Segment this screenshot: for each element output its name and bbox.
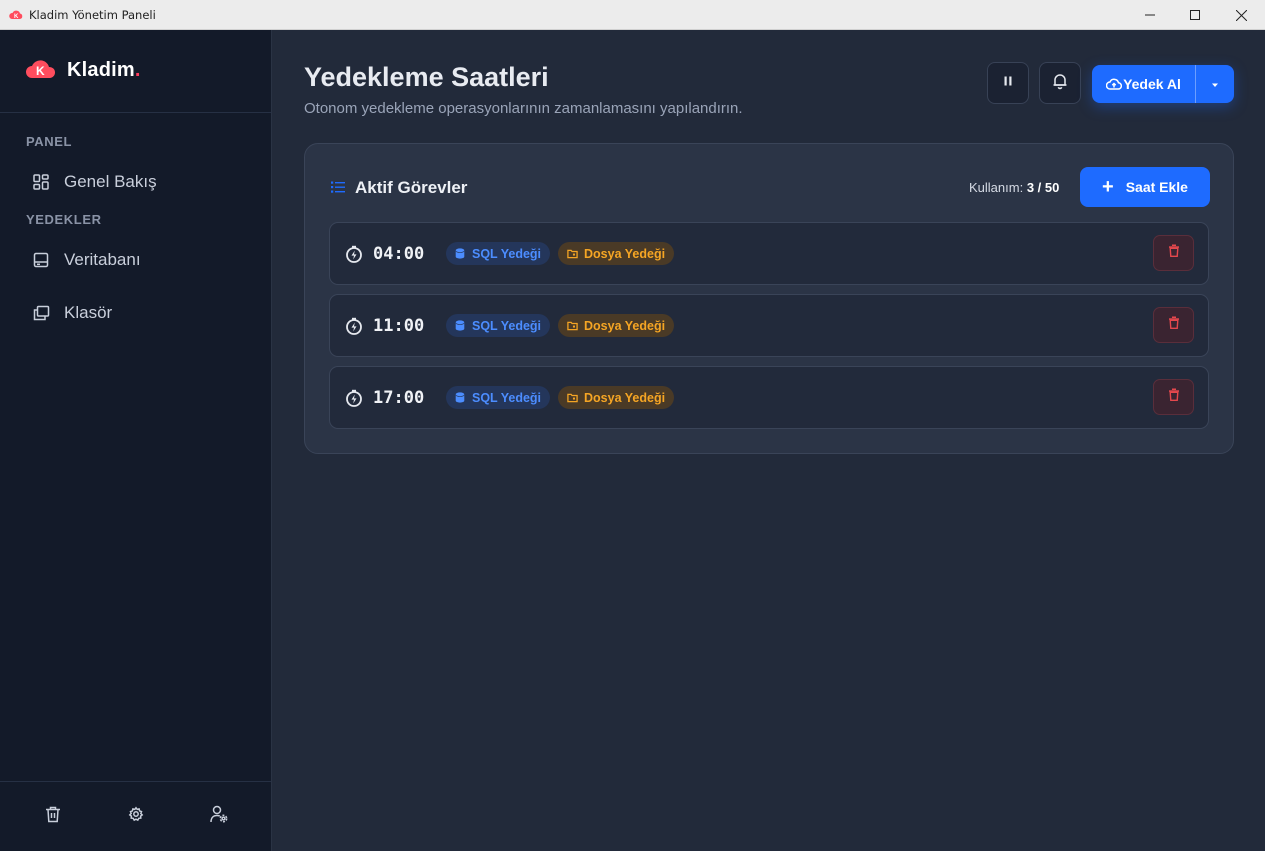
backup-now-label: Yedek Al (1123, 76, 1181, 92)
pause-icon (1002, 74, 1014, 92)
task-row: 04:00 SQL Yedeği Dosya Yedeği (329, 222, 1209, 285)
pause-button[interactable] (987, 62, 1029, 104)
app-logo-icon: K (9, 8, 23, 22)
database-icon (455, 248, 466, 259)
svg-text:K: K (14, 14, 19, 20)
close-icon[interactable] (1218, 0, 1264, 30)
brand[interactable]: K Kladim. (25, 56, 141, 85)
list-icon (330, 179, 346, 195)
sidebar-footer-divider (0, 781, 271, 782)
task-row: 17:00 SQL Yedeği Dosya Yedeği (329, 366, 1209, 429)
database-drive-icon (32, 251, 50, 269)
maximize-icon[interactable] (1172, 0, 1218, 30)
sidebar-item-database[interactable]: Veritabanı (14, 242, 258, 278)
sql-backup-badge: SQL Yedeği (446, 314, 551, 337)
brand-cloud-logo-icon: K (25, 56, 57, 85)
section-label-panel: PANEL (26, 134, 73, 149)
window-titlebar: K Kladim Yönetim Paneli (0, 0, 1265, 30)
task-time: 17:00 (373, 388, 425, 408)
caret-down-icon (1211, 75, 1219, 93)
stopwatch-icon (345, 245, 363, 263)
stopwatch-icon (345, 317, 363, 335)
backup-options-dropdown[interactable] (1196, 65, 1234, 103)
sidebar-item-folder[interactable]: Klasör (14, 295, 258, 331)
trash-icon (1168, 244, 1180, 262)
usage-indicator: Kullanım: 3 / 50 (969, 180, 1059, 195)
page-subtitle: Otonom yedekleme operasyonlarının zamanl… (304, 100, 743, 117)
sidebar: K Kladim. PANEL Genel Bakış YEDEKLER Ver… (0, 30, 272, 851)
window-title: Kladim Yönetim Paneli (29, 7, 156, 22)
user-settings-icon[interactable] (207, 802, 231, 826)
database-icon (455, 320, 466, 331)
task-time: 04:00 (373, 244, 425, 264)
folder-icon (567, 320, 578, 331)
folder-copy-icon (32, 304, 50, 322)
sidebar-item-label: Klasör (64, 303, 113, 322)
add-time-button[interactable]: + Saat Ekle (1080, 167, 1210, 207)
plus-icon: + (1102, 176, 1114, 198)
bell-icon (1051, 72, 1069, 95)
delete-task-button[interactable] (1153, 307, 1194, 343)
trash-icon[interactable] (41, 802, 65, 826)
svg-text:K: K (36, 64, 45, 78)
trash-icon (1168, 388, 1180, 406)
file-backup-badge: Dosya Yedeği (558, 314, 675, 337)
task-row: 11:00 SQL Yedeği Dosya Yedeği (329, 294, 1209, 357)
notifications-button[interactable] (1039, 62, 1081, 104)
delete-task-button[interactable] (1153, 379, 1194, 415)
folder-icon (567, 248, 578, 259)
gear-icon[interactable] (124, 802, 148, 826)
active-tasks-card: Aktif Görevler Kullanım: 3 / 50 + Saat E… (304, 143, 1234, 454)
card-title: Aktif Görevler (355, 178, 468, 197)
sidebar-item-label: Veritabanı (64, 250, 141, 269)
sql-backup-badge: SQL Yedeği (446, 242, 551, 265)
task-time: 11:00 (373, 316, 425, 336)
page-title: Yedekleme Saatleri (304, 62, 549, 92)
sidebar-item-label: Genel Bakış (64, 172, 157, 191)
trash-icon (1168, 316, 1180, 334)
folder-icon (567, 392, 578, 403)
section-label-backups: YEDEKLER (26, 212, 102, 227)
sidebar-divider (0, 112, 271, 113)
stopwatch-icon (345, 389, 363, 407)
usage-value: 3 / 50 (1026, 180, 1060, 195)
minimize-icon[interactable] (1127, 0, 1173, 30)
cloud-upload-icon (1106, 77, 1123, 91)
file-backup-badge: Dosya Yedeği (558, 242, 675, 265)
add-time-label: Saat Ekle (1125, 179, 1188, 195)
file-backup-badge: Dosya Yedeği (558, 386, 675, 409)
usage-label: Kullanım: (969, 180, 1024, 195)
backup-split-button: Yedek Al (1092, 65, 1234, 103)
main-content: Yedekleme Saatleri Otonom yedekleme oper… (273, 30, 1265, 851)
delete-task-button[interactable] (1153, 235, 1194, 271)
backup-now-button[interactable]: Yedek Al (1092, 65, 1195, 103)
dashboard-grid-icon (32, 173, 50, 191)
database-icon (455, 392, 466, 403)
brand-name: Kladim. (67, 59, 141, 81)
sql-backup-badge: SQL Yedeği (446, 386, 551, 409)
sidebar-item-overview[interactable]: Genel Bakış (14, 164, 258, 200)
